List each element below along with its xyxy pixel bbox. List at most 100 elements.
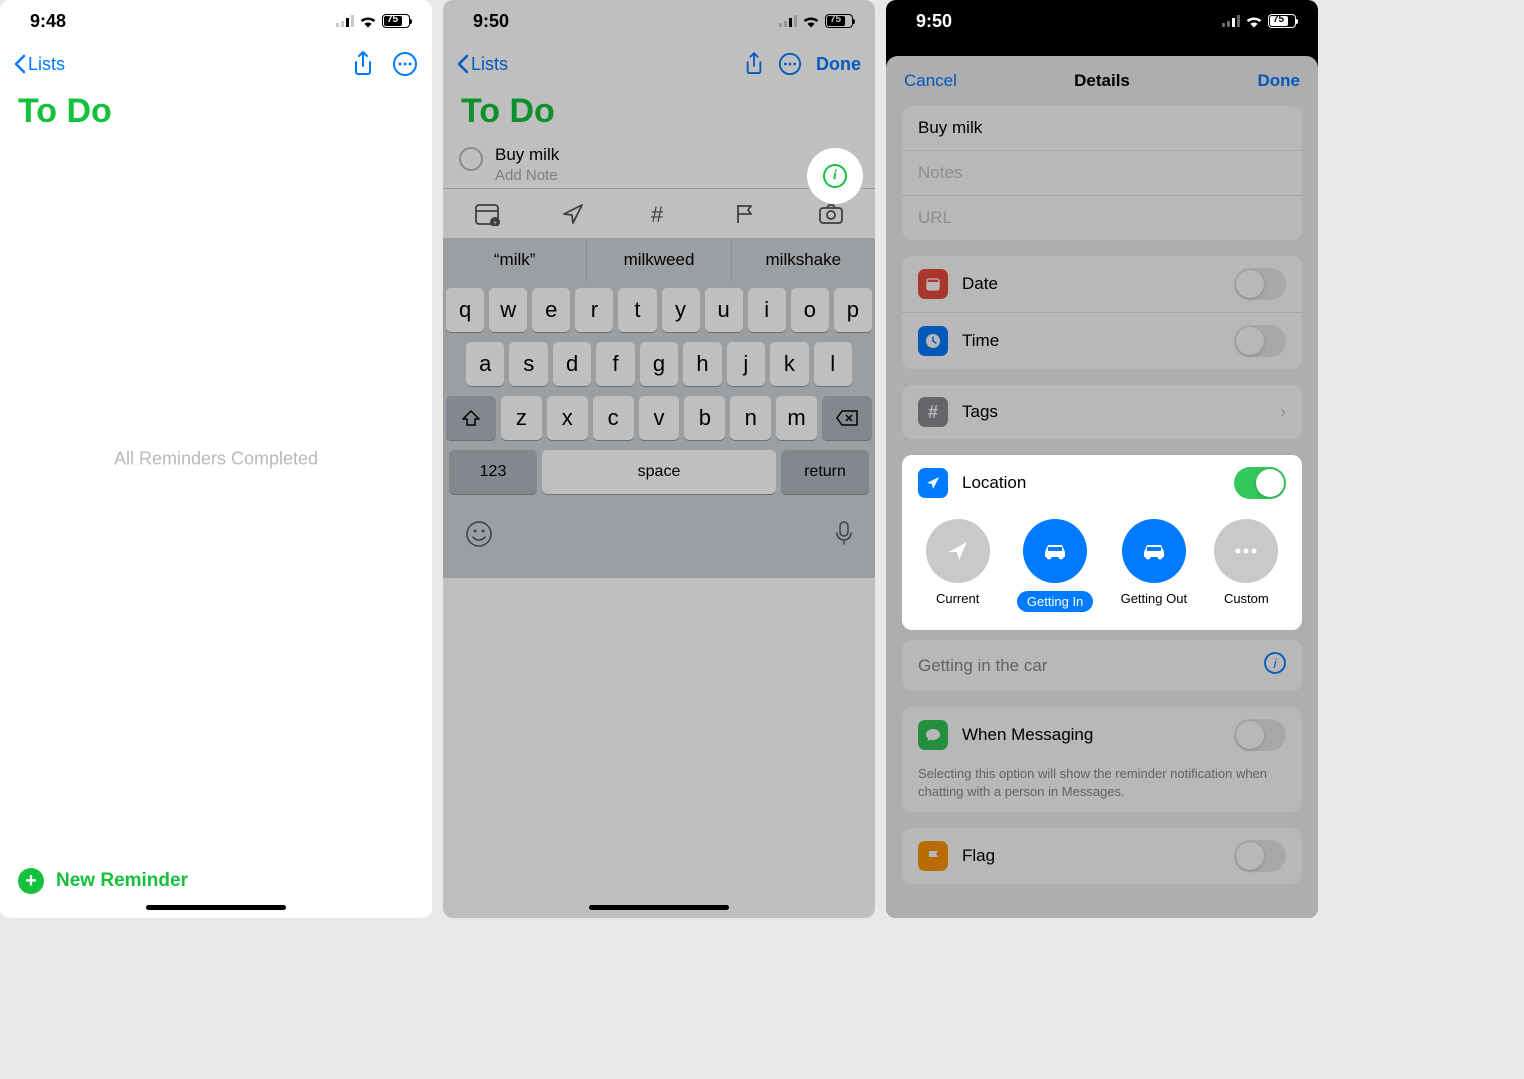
new-reminder-label: New Reminder	[56, 870, 188, 892]
key-c[interactable]: c	[593, 396, 634, 440]
key-r[interactable]: r	[575, 288, 613, 332]
suggestion-2[interactable]: milkweed	[587, 238, 731, 282]
chevron-right-icon: ›	[1280, 402, 1286, 422]
date-toggle[interactable]	[1234, 268, 1286, 300]
home-indicator[interactable]	[146, 905, 286, 910]
key-v[interactable]: v	[639, 396, 680, 440]
status-time: 9:50	[916, 11, 952, 32]
flag-icon[interactable]	[733, 202, 757, 226]
date-row[interactable]: Date	[902, 256, 1302, 313]
back-button[interactable]: Lists	[457, 54, 508, 75]
nav-bar: Lists	[0, 42, 432, 86]
status-bar: 9:50 75	[886, 0, 1318, 42]
calendar-icon[interactable]: +	[474, 202, 500, 226]
message-icon	[918, 720, 948, 750]
reminder-checkbox[interactable]	[459, 147, 483, 171]
nav-actions: Done	[744, 51, 861, 77]
key-j[interactable]: j	[727, 342, 765, 386]
messaging-toggle[interactable]	[1234, 719, 1286, 751]
phone-screen-2: 9:50 75 Lists Done To Do Buy milk Add No…	[443, 0, 875, 918]
return-key[interactable]: return	[781, 450, 869, 494]
flag-card: Flag	[902, 828, 1302, 884]
key-l[interactable]: l	[814, 342, 852, 386]
flag-icon	[918, 841, 948, 871]
back-button[interactable]: Lists	[14, 54, 65, 75]
backspace-key[interactable]	[822, 396, 872, 440]
suggestion-3[interactable]: milkshake	[732, 238, 875, 282]
getting-in-car-row[interactable]: Getting in the car i	[902, 640, 1302, 691]
keyboard-suggestions: “milk” milkweed milkshake	[443, 238, 875, 282]
mic-icon[interactable]	[835, 520, 853, 546]
done-button[interactable]: Done	[816, 54, 861, 75]
key-o[interactable]: o	[791, 288, 829, 332]
key-t[interactable]: t	[618, 288, 656, 332]
location-toggle[interactable]	[1234, 467, 1286, 499]
numbers-key[interactable]: 123	[449, 450, 537, 494]
tags-row[interactable]: # Tags ›	[902, 385, 1302, 439]
calendar-icon	[918, 269, 948, 299]
location-detail-label: Getting in the car	[918, 656, 1047, 676]
key-y[interactable]: y	[662, 288, 700, 332]
plus-icon: +	[18, 868, 44, 894]
list-title: To Do	[0, 86, 432, 141]
details-sheet: Cancel Details Done Buy milk Notes URL D…	[886, 56, 1318, 918]
key-p[interactable]: p	[834, 288, 872, 332]
keyboard: + # “milk” milkweed milkshake qwertyuiop…	[443, 188, 875, 578]
space-key[interactable]: space	[542, 450, 776, 494]
key-i[interactable]: i	[748, 288, 786, 332]
status-icons: 75	[779, 14, 853, 28]
reminder-title-input[interactable]: Buy milk	[495, 145, 859, 165]
done-button[interactable]: Done	[1258, 71, 1301, 91]
key-a[interactable]: a	[466, 342, 504, 386]
key-x[interactable]: x	[547, 396, 588, 440]
location-arrow-icon[interactable]	[561, 202, 585, 226]
camera-icon[interactable]	[818, 203, 844, 225]
loc-getting-in[interactable]: Getting In	[1017, 519, 1093, 612]
add-note-placeholder[interactable]: Add Note	[495, 167, 859, 184]
more-icon[interactable]	[392, 51, 418, 77]
info-icon[interactable]: i	[1264, 652, 1286, 679]
key-u[interactable]: u	[705, 288, 743, 332]
loc-custom[interactable]: Custom	[1214, 519, 1278, 612]
url-field[interactable]: URL	[902, 196, 1302, 240]
loc-getting-out[interactable]: Getting Out	[1121, 519, 1187, 612]
flag-toggle[interactable]	[1234, 840, 1286, 872]
key-w[interactable]: w	[489, 288, 527, 332]
cellular-icon	[779, 15, 797, 27]
key-e[interactable]: e	[532, 288, 570, 332]
cancel-button[interactable]: Cancel	[904, 71, 957, 91]
shift-key[interactable]	[446, 396, 496, 440]
reminder-title-field[interactable]: Buy milk	[902, 106, 1302, 151]
messaging-row[interactable]: When Messaging	[902, 707, 1302, 763]
key-g[interactable]: g	[640, 342, 678, 386]
key-z[interactable]: z	[501, 396, 542, 440]
key-h[interactable]: h	[683, 342, 721, 386]
flag-row[interactable]: Flag	[902, 828, 1302, 884]
key-f[interactable]: f	[596, 342, 634, 386]
svg-text:+: +	[493, 220, 497, 226]
home-indicator[interactable]	[589, 905, 729, 910]
phone-screen-1: 9:48 75 Lists To Do All Reminders Comple…	[0, 0, 432, 918]
suggestion-1[interactable]: “milk”	[443, 238, 587, 282]
share-icon[interactable]	[352, 50, 374, 78]
new-reminder-button[interactable]: + New Reminder	[18, 868, 188, 894]
key-s[interactable]: s	[509, 342, 547, 386]
key-q[interactable]: q	[446, 288, 484, 332]
key-k[interactable]: k	[770, 342, 808, 386]
location-detail-card: Getting in the car i	[902, 640, 1302, 691]
time-row[interactable]: Time	[902, 313, 1302, 369]
info-button-highlight[interactable]: i	[807, 148, 863, 204]
loc-current[interactable]: Current	[926, 519, 990, 612]
emoji-icon[interactable]	[465, 520, 493, 548]
key-b[interactable]: b	[684, 396, 725, 440]
more-icon[interactable]	[778, 52, 802, 76]
key-d[interactable]: d	[553, 342, 591, 386]
key-m[interactable]: m	[776, 396, 817, 440]
time-toggle[interactable]	[1234, 325, 1286, 357]
notes-field[interactable]: Notes	[902, 151, 1302, 196]
tag-icon[interactable]: #	[647, 202, 671, 226]
location-row[interactable]: Location	[902, 455, 1302, 511]
messaging-label: When Messaging	[962, 725, 1093, 745]
key-n[interactable]: n	[730, 396, 771, 440]
share-icon[interactable]	[744, 51, 764, 77]
